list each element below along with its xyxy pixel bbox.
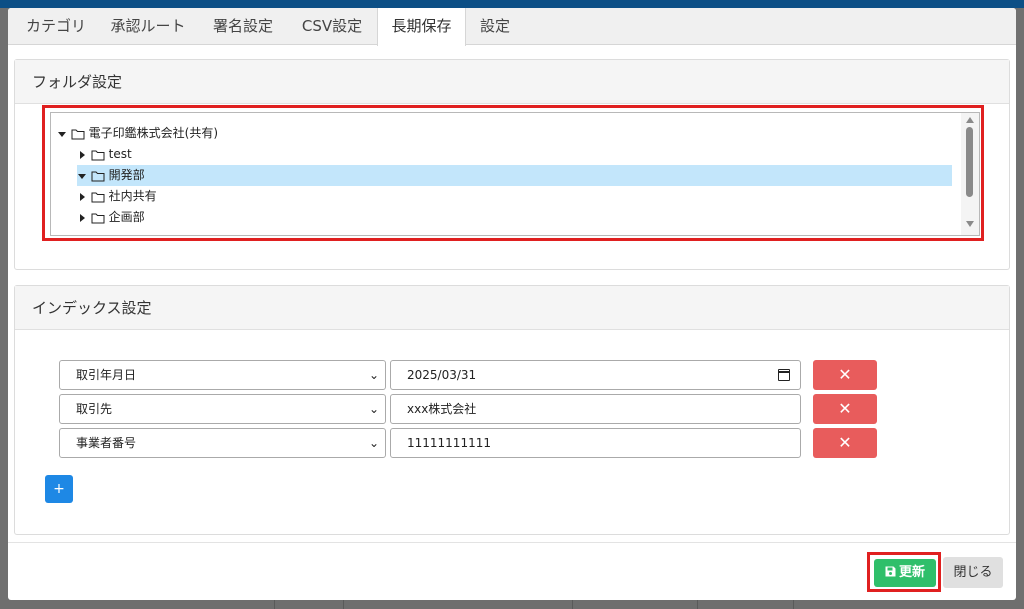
collapse-arrow-icon[interactable] <box>77 192 87 202</box>
index-text-input[interactable]: xxx株式会社 <box>390 394 801 424</box>
settings-modal: カテゴリ 承認ルート 署名設定 CSV設定 長期保存 設定 フォルダ設定 電子印… <box>8 8 1016 600</box>
tab-long-term-storage[interactable]: 長期保存 <box>377 8 466 46</box>
scroll-up-arrow-icon[interactable] <box>966 117 974 123</box>
delete-row-button[interactable]: ✕ <box>813 360 877 390</box>
index-value: 11111111111 <box>407 436 491 450</box>
tab-category[interactable]: カテゴリ <box>13 8 99 45</box>
tree-node-label: 企画部 <box>108 210 145 224</box>
collapse-arrow-icon[interactable] <box>77 213 87 223</box>
index-field-value: 取引先 <box>76 402 113 416</box>
chevron-down-icon: ⌄ <box>368 402 379 416</box>
delete-row-button[interactable]: ✕ <box>813 428 877 458</box>
chevron-down-icon: ⌄ <box>368 368 379 382</box>
tree-node-label: 電子印鑑株式会社(共有) <box>88 126 219 140</box>
folder-icon <box>91 171 105 181</box>
scrollbar-thumb[interactable] <box>966 127 973 197</box>
collapse-arrow-icon[interactable] <box>77 150 87 160</box>
calendar-icon[interactable] <box>778 369 790 381</box>
index-field-select[interactable]: 取引年月日 ⌄ <box>59 360 386 390</box>
footer-divider <box>8 542 1016 543</box>
tab-csv[interactable]: CSV設定 <box>292 8 372 45</box>
tree-node-development[interactable]: 開発部 <box>77 165 952 186</box>
index-date-input[interactable]: 2025/03/31 <box>390 360 801 390</box>
index-field-value: 取引年月日 <box>76 368 137 382</box>
delete-row-button[interactable]: ✕ <box>813 394 877 424</box>
tree-node-label: 社内共有 <box>108 189 157 203</box>
tab-bar: カテゴリ 承認ルート 署名設定 CSV設定 長期保存 設定 <box>8 8 1016 46</box>
save-button-label: 更新 <box>898 565 925 580</box>
tree-node-label: 開発部 <box>108 168 145 182</box>
index-settings-title: インデックス設定 <box>15 286 1009 330</box>
save-button[interactable]: 更新 <box>874 559 936 587</box>
expand-arrow-icon[interactable] <box>77 171 87 181</box>
tab-approval-route[interactable]: 承認ルート <box>101 8 195 45</box>
tab-settings[interactable]: 設定 <box>471 8 519 45</box>
index-field-select[interactable]: 事業者番号 ⌄ <box>59 428 386 458</box>
folder-tree[interactable]: 電子印鑑株式会社(共有) test 開発部 社内共有 企画部 <box>50 112 980 236</box>
index-value: 2025/03/31 <box>407 368 477 382</box>
scroll-down-arrow-icon[interactable] <box>966 221 974 227</box>
tree-node-internal-share[interactable]: 社内共有 <box>77 186 957 207</box>
tree-node-test[interactable]: test <box>77 144 957 165</box>
folder-icon <box>91 150 105 160</box>
chevron-down-icon: ⌄ <box>368 436 379 450</box>
tree-node-root[interactable]: 電子印鑑株式会社(共有) <box>57 123 957 144</box>
index-text-input[interactable]: 11111111111 <box>390 428 801 458</box>
expand-arrow-icon[interactable] <box>57 129 67 139</box>
index-value: xxx株式会社 <box>407 402 477 416</box>
background-bottom <box>0 600 1024 609</box>
tab-signature[interactable]: 署名設定 <box>204 8 282 45</box>
index-field-select[interactable]: 取引先 ⌄ <box>59 394 386 424</box>
close-button[interactable]: 閉じる <box>943 557 1003 588</box>
folder-icon <box>91 213 105 223</box>
background-header <box>0 0 1024 8</box>
tree-scrollbar[interactable] <box>961 113 979 235</box>
folder-icon <box>91 192 105 202</box>
index-field-value: 事業者番号 <box>76 436 137 450</box>
add-index-button[interactable]: + <box>45 475 73 503</box>
background-left <box>0 8 8 609</box>
tree-node-label: test <box>108 147 132 161</box>
save-icon <box>885 566 896 577</box>
folder-settings-title: フォルダ設定 <box>15 60 1009 104</box>
tree-node-planning[interactable]: 企画部 <box>77 207 957 228</box>
folder-icon <box>71 129 85 139</box>
background-right <box>1016 8 1024 609</box>
